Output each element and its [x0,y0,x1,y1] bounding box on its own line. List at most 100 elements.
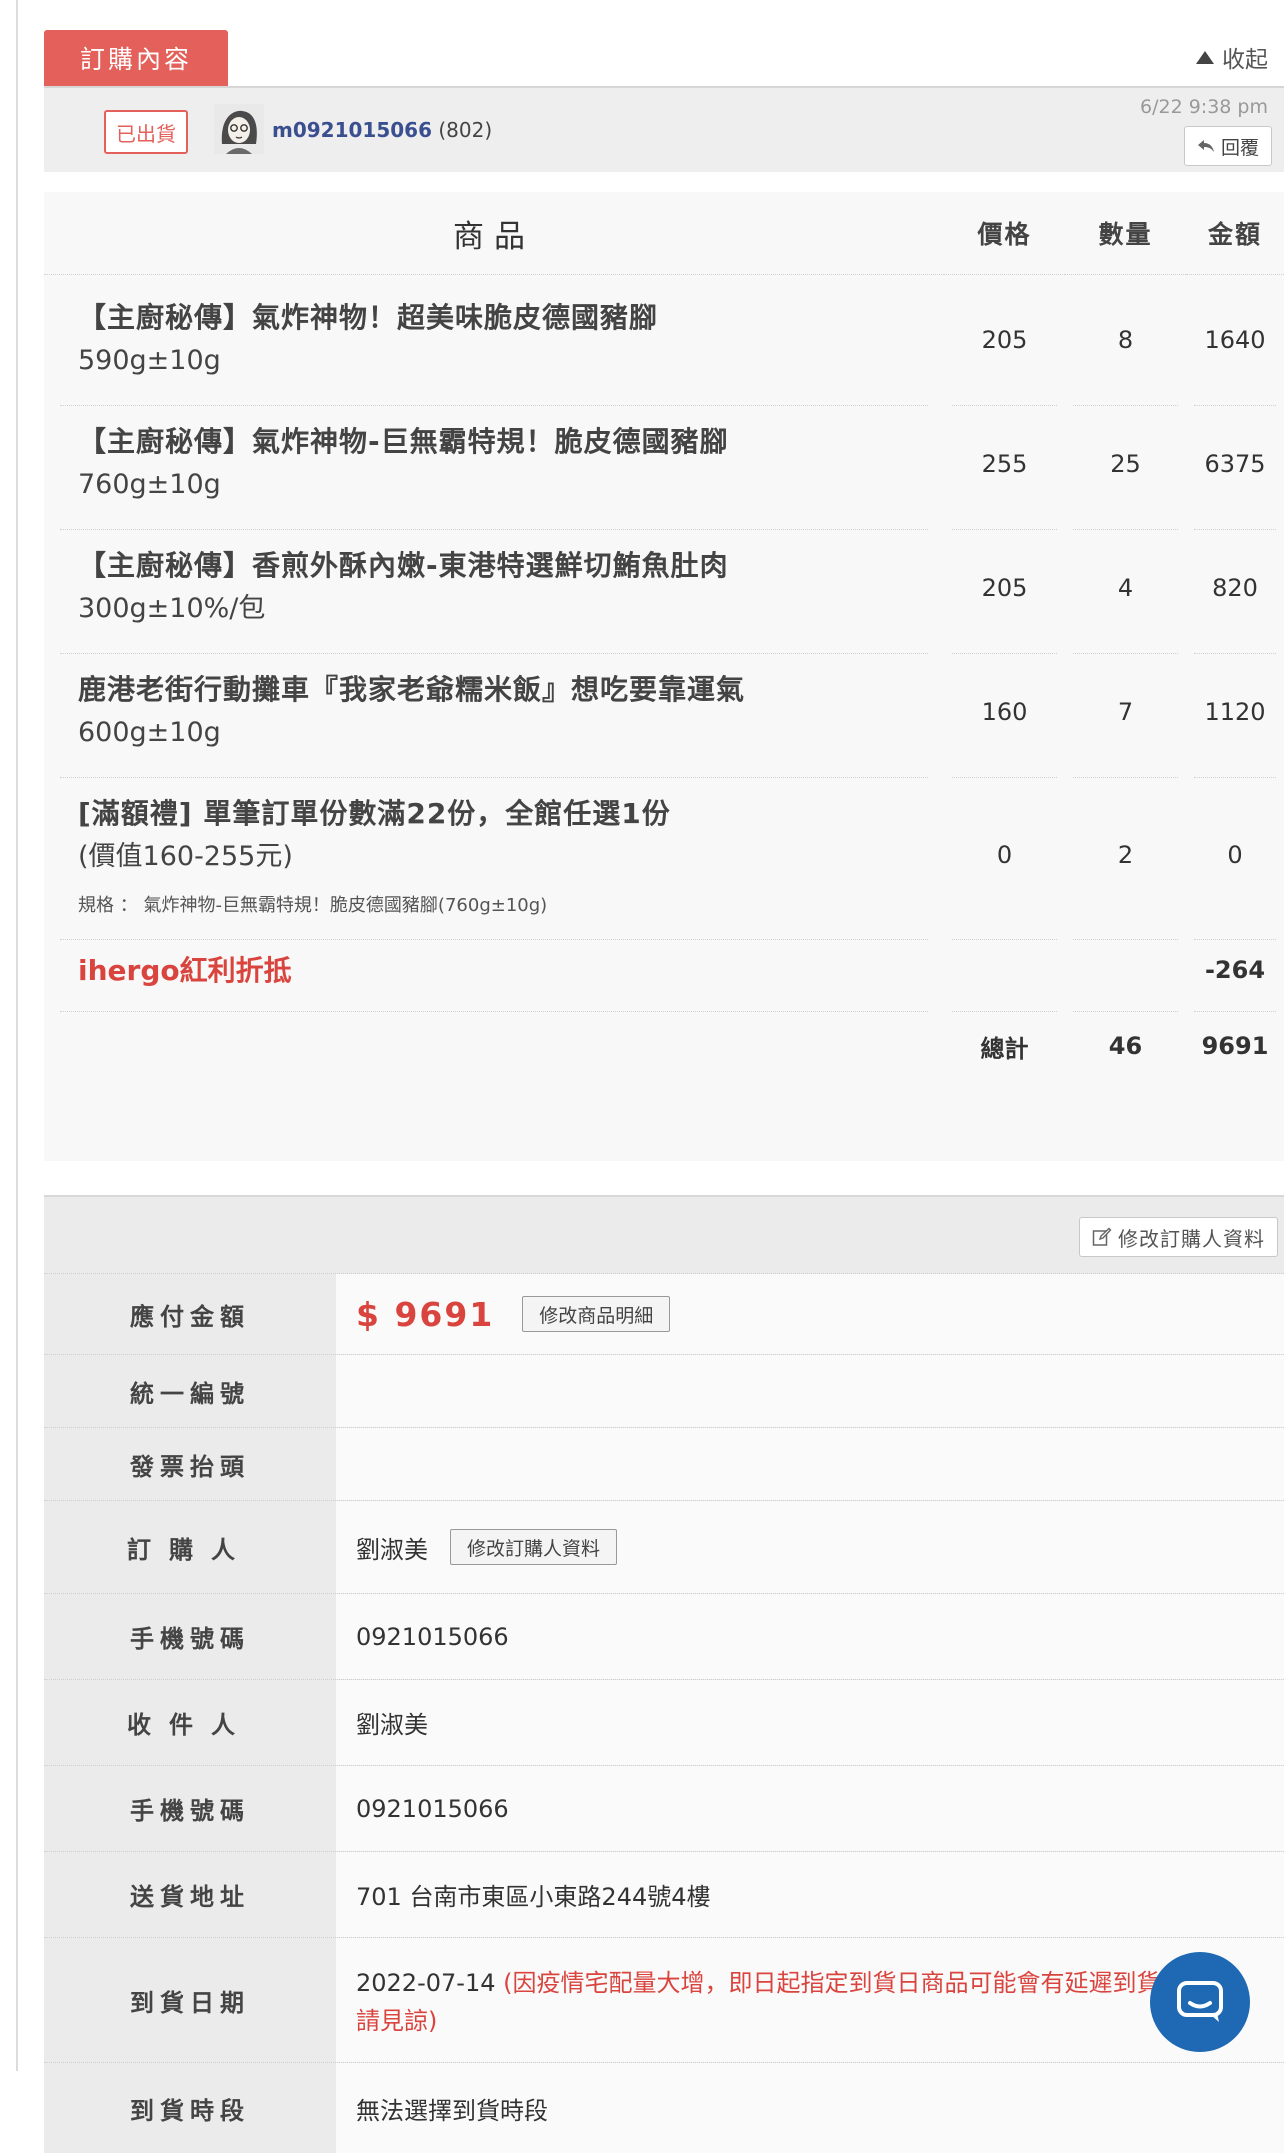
status-badge: 已出貨 [104,110,188,154]
total-row: 總計 46 9691 [44,1009,1284,1127]
header-amount: 金額 [1186,192,1284,275]
recipient-value: 劉淑美 [336,1680,1284,1765]
total-qty: 46 [1108,1032,1143,1060]
table-row: 【主廚秘傳】氣炸神物！超美味脆皮德國豬腳 590g±10g 205 8 1640 [44,275,1284,406]
triangle-up-icon [1196,50,1214,64]
order-page: 訂購內容 收起 已出貨 m0921015066 (802) 6/22 9:38 … [44,0,1284,2153]
buyer-value-cell: 劉淑美 修改訂購人資料 [336,1501,1284,1593]
collapse-label: 收起 [1222,47,1268,73]
price-cell: 205 [952,523,1057,654]
delivery-slot-label: 到貨時段 [130,2096,250,2125]
reply-arrow-icon [1197,140,1214,152]
table-row: [滿額禮] 單筆訂單份數滿22份，全館任選1份 (價值160-255元) 規格 … [44,771,1284,940]
seller-count: (802) [438,118,493,142]
order-info: 修改訂購人資料 應付金額 $ 9691 修改商品明細 統一編號 發票抬頭 訂購人… [44,1195,1284,2153]
seller-bar: 已出貨 m0921015066 (802) 6/22 9:38 pm 回覆 [44,88,1284,172]
table-row: 【主廚秘傳】氣炸神物-巨無霸特規！脆皮德國豬腳 760g±10g 255 25 … [44,399,1284,530]
address-label: 送貨地址 [130,1883,250,1911]
reply-button[interactable]: 回覆 [1183,126,1272,166]
recipient-label: 收件人 [127,1711,253,1739]
tab-bar: 訂購內容 收起 [44,0,1284,88]
edit-buyer-info-button[interactable]: 修改訂購人資料 [1079,1217,1278,1257]
chat-bubble-icon [1177,1981,1223,2022]
table-row: 鹿港老街行動攤車『我家老爺糯米飯』想吃要靠運氣 600g±10g 160 7 1… [44,647,1284,778]
info-row-invoice-title: 發票抬頭 [44,1427,1284,1500]
product-cell: [滿額禮] 單筆訂單份數滿22份，全館任選1份 (價值160-255元) 規格 … [60,771,928,940]
payable-label: 應付金額 [130,1302,250,1331]
discount-row: ihergo紅利折抵 -264 [44,929,1284,1012]
invoice-title-value [336,1428,1284,1500]
buyer-label: 訂購人 [127,1535,253,1564]
price-cell: 255 [952,399,1057,530]
order-time: 6/22 9:38 pm [1140,96,1268,118]
edit-items-button[interactable]: 修改商品明細 [522,1296,671,1332]
info-row-delivery-date: 到貨日期 2022-07-14 (因疫情宅配量大增，即日起指定到貨日商品可能會有… [44,1937,1284,2062]
edit-buyer-info-label: 修改訂購人資料 [1118,1226,1265,1251]
product-name[interactable]: 【主廚秘傳】氣炸神物-巨無霸特規！脆皮德國豬腳 [78,421,910,463]
price-cell: 160 [952,647,1057,778]
header-product: 商品 [44,192,944,275]
delivery-date-value: 2022-07-14 [356,1969,496,1997]
product-name[interactable]: 【主廚秘傳】氣炸神物！超美味脆皮德國豬腳 [78,297,910,339]
info-row-delivery-slot: 到貨時段 無法選擇到貨時段 [44,2062,1284,2153]
seller-name: m0921015066 (802) [272,118,492,142]
product-name[interactable]: [滿額禮] 單筆訂單份數滿22份，全館任選1份 [78,793,910,835]
tab-order-content[interactable]: 訂購內容 [44,30,228,86]
delivery-date-cell: 2022-07-14 (因疫情宅配量大增，即日起指定到貨日商品可能會有延遲到貨之… [336,1938,1284,2062]
amount-cell: 1120 [1194,647,1276,778]
invoice-title-label: 發票抬頭 [130,1452,250,1481]
product-size: 590g±10g [78,345,221,376]
header-price: 價格 [944,192,1065,275]
info-row-phone: 手機號碼 0921015066 [44,1593,1284,1679]
product-size: 300g±10%/包 [78,593,266,624]
total-label: 總計 [980,1034,1029,1063]
edit-pencil-icon [1092,1227,1112,1246]
product-table-header: 商品 價格 數量 金額 [44,192,1284,275]
amount-cell: 6375 [1194,399,1276,530]
product-name[interactable]: 【主廚秘傳】香煎外酥內嫩-東港特選鮮切鮪魚肚肉 [78,545,910,587]
tax-id-label: 統一編號 [130,1379,250,1408]
discount-amount: -264 [1194,929,1276,1012]
discount-cell: ihergo紅利折抵 [60,929,928,1012]
product-table: 商品 價格 數量 金額 【主廚秘傳】氣炸神物！超美味脆皮德國豬腳 590g±10… [44,192,1284,1161]
recipient-phone-value: 0921015066 [336,1766,1284,1851]
amount-cell: 820 [1194,523,1276,654]
order-info-toolbar: 修改訂購人資料 [44,1197,1284,1273]
product-cell: 【主廚秘傳】香煎外酥內嫩-東港特選鮮切鮪魚肚肉 300g±10%/包 [60,523,928,654]
product-size: (價值160-255元) [78,841,293,872]
total-empty-cell [60,1009,928,1127]
left-border [16,0,18,2071]
qty-cell: 8 [1073,275,1178,406]
qty-cell: 4 [1073,523,1178,654]
discount-price-cell [952,929,1057,1012]
amount-cell: 0 [1194,771,1276,940]
collapse-button[interactable]: 收起 [1196,40,1268,74]
discount-label: ihergo紅利折抵 [78,954,292,987]
address-value: 701 台南市東區小東路244號4樓 [336,1852,1284,1937]
product-cell: 【主廚秘傳】氣炸神物-巨無霸特規！脆皮德國豬腳 760g±10g [60,399,928,530]
payable-amount: $ 9691 [356,1294,495,1334]
price-cell: 205 [952,275,1057,406]
buyer-name: 劉淑美 [356,1535,428,1564]
qty-cell: 25 [1073,399,1178,530]
delivery-slot-value: 無法選擇到貨時段 [336,2063,1284,2153]
avatar[interactable] [214,104,264,154]
tax-id-value [336,1355,1284,1427]
info-row-recipient: 收件人 劉淑美 [44,1679,1284,1765]
delivery-date-label: 到貨日期 [130,1988,250,2017]
edit-buyer-button[interactable]: 修改訂購人資料 [450,1529,618,1565]
payable-value-cell: $ 9691 修改商品明細 [336,1274,1284,1354]
product-cell: 鹿港老街行動攤車『我家老爺糯米飯』想吃要靠運氣 600g±10g [60,647,928,778]
qty-cell: 7 [1073,647,1178,778]
chat-launcher-button[interactable] [1150,1952,1250,2052]
table-row: 【主廚秘傳】香煎外酥內嫩-東港特選鮮切鮪魚肚肉 300g±10%/包 205 4… [44,523,1284,654]
seller-account-link[interactable]: m0921015066 [272,118,432,142]
product-name[interactable]: 鹿港老街行動攤車『我家老爺糯米飯』想吃要靠運氣 [78,669,910,711]
header-qty: 數量 [1065,192,1186,275]
amount-cell: 1640 [1194,275,1276,406]
price-cell: 0 [952,771,1057,940]
phone-label: 手機號碼 [130,1625,250,1653]
recipient-phone-label: 手機號碼 [130,1797,250,1825]
info-row-recipient-phone: 手機號碼 0921015066 [44,1765,1284,1851]
info-row-payable: 應付金額 $ 9691 修改商品明細 [44,1273,1284,1354]
